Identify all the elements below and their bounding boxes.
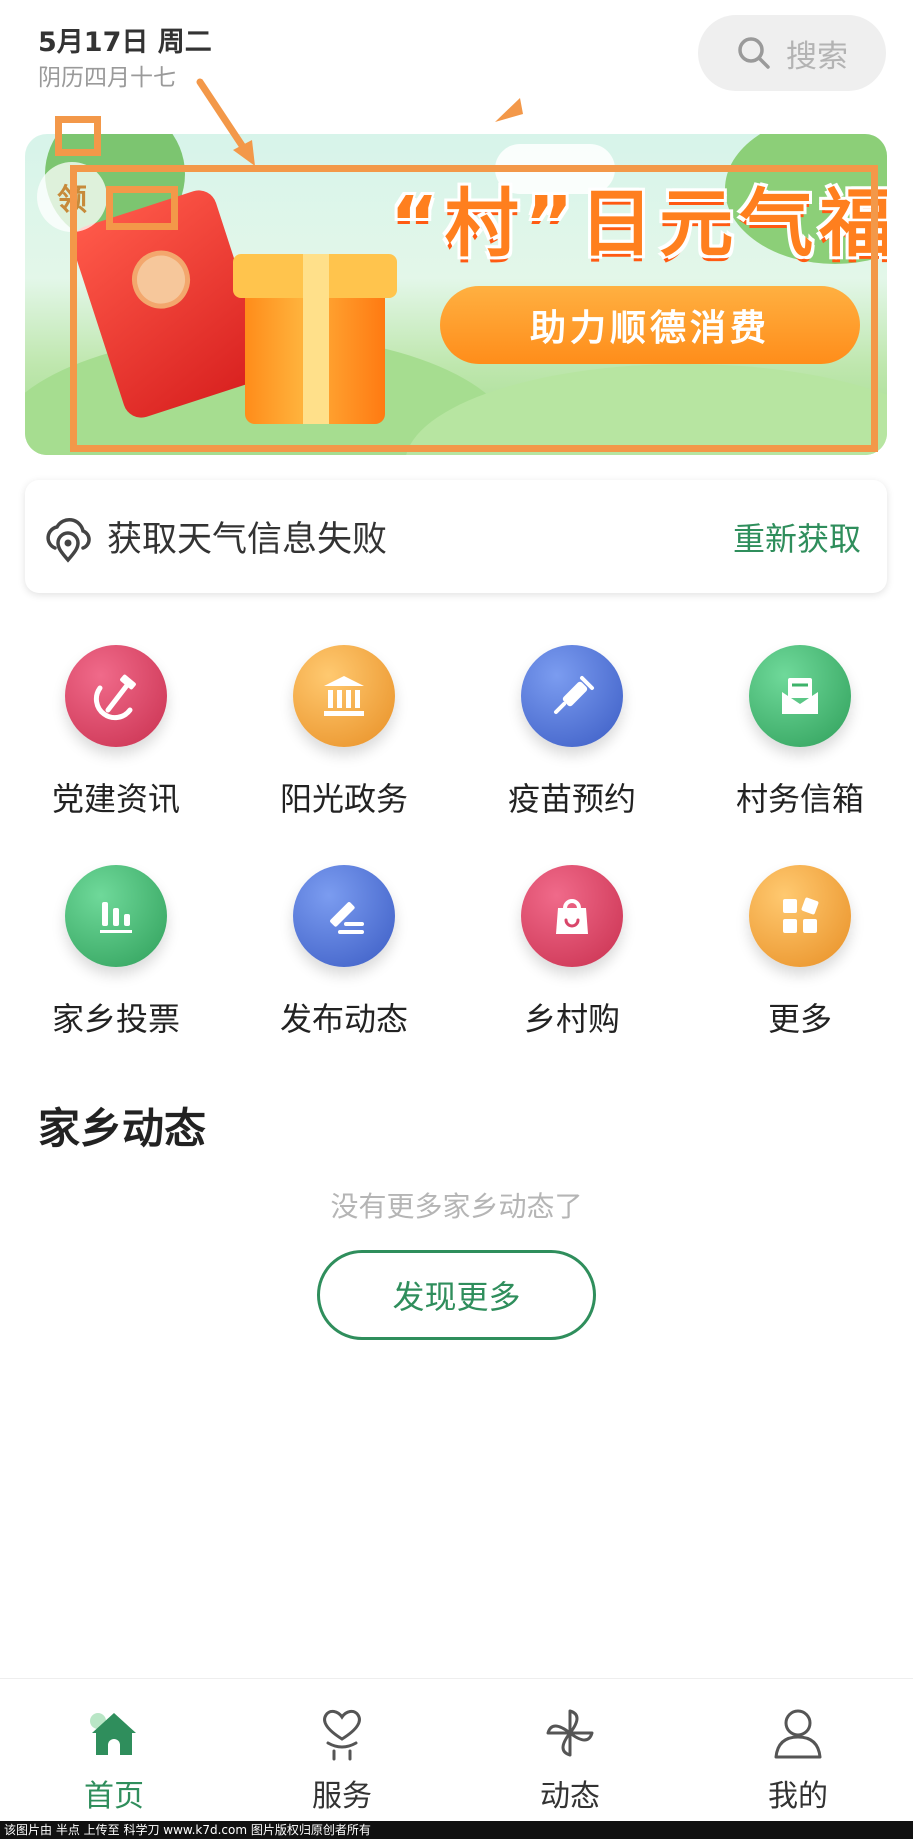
tab-updates[interactable]: 动态	[456, 1679, 684, 1822]
hammer-sickle-icon	[65, 645, 167, 747]
tab-label: 服务	[312, 1779, 372, 1814]
home-icon	[90, 1713, 136, 1755]
grid-item-village-mailbox[interactable]: 村务信箱	[686, 640, 913, 840]
more-apps-icon	[749, 865, 851, 967]
grid-item-label: 党建资讯	[51, 780, 180, 818]
grid-item-party-news[interactable]: 党建资讯	[2, 640, 230, 840]
search-icon	[738, 37, 770, 69]
tab-label: 首页	[84, 1779, 144, 1814]
search-label: 搜索	[786, 38, 848, 75]
heart-hand-icon	[323, 1709, 361, 1761]
shopping-bag-icon	[521, 865, 623, 967]
grid-item-government-affairs[interactable]: 阳光政务	[230, 640, 458, 840]
grid-item-label: 乡村购	[523, 1000, 620, 1038]
bottom-nav: 首页 服务 动态 我的	[0, 1678, 913, 1821]
grid-item-label: 家乡投票	[51, 1000, 180, 1038]
tab-services[interactable]: 服务	[228, 1679, 456, 1822]
lunar-date-label: 阴历四月十七	[38, 65, 176, 91]
grid-item-vaccine-booking[interactable]: 疫苗预约	[458, 640, 686, 840]
cloud-location-icon	[46, 517, 91, 563]
date-label: 5月17日 周二	[38, 27, 212, 58]
pencil-icon	[293, 865, 395, 967]
weather-status-text: 获取天气信息失败	[107, 520, 388, 560]
user-icon	[774, 1709, 822, 1759]
government-building-icon	[293, 645, 395, 747]
watermark-footer: 该图片由 半点 上传至 科学刀 www.k7d.com 图片版权归原创者所有	[0, 1821, 913, 1839]
discover-more-button[interactable]: 发现更多	[317, 1250, 596, 1340]
tab-label: 动态	[540, 1779, 600, 1814]
weather-retry-link[interactable]: 重新获取	[733, 514, 861, 560]
grid-item-more[interactable]: 更多	[686, 860, 913, 1060]
mailbox-icon	[749, 645, 851, 747]
empty-feed-message: 没有更多家乡动态了	[330, 1190, 583, 1223]
section-title: 家乡动态	[38, 1104, 207, 1153]
weather-card: 获取天气信息失败 重新获取	[25, 480, 887, 593]
grid-item-label: 阳光政务	[279, 780, 408, 818]
bar-chart-icon	[65, 865, 167, 967]
tab-me[interactable]: 我的	[684, 1679, 912, 1822]
tab-label: 我的	[768, 1779, 828, 1814]
grid-item-label: 发布动态	[279, 1000, 408, 1038]
grid-item-label: 更多	[767, 1000, 832, 1038]
grid-item-village-shop[interactable]: 乡村购	[458, 860, 686, 1060]
grid-item-hometown-vote[interactable]: 家乡投票	[2, 860, 230, 1060]
search-button[interactable]: 搜索	[698, 15, 886, 91]
grid-item-label: 村务信箱	[735, 780, 864, 818]
pinwheel-icon	[546, 1709, 594, 1757]
syringe-icon	[521, 645, 623, 747]
grid-item-label: 疫苗预约	[507, 780, 636, 818]
grid-item-post-update[interactable]: 发布动态	[230, 860, 458, 1060]
annotation-box	[70, 165, 878, 452]
annotation-box	[55, 116, 101, 156]
tab-home[interactable]: 首页	[0, 1679, 228, 1822]
